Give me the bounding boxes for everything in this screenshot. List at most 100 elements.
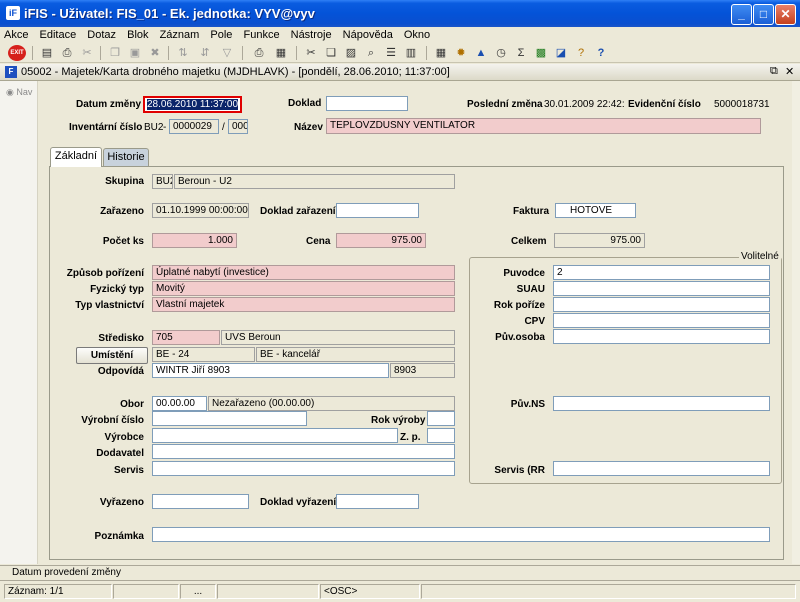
servis-rr-field[interactable]	[553, 461, 770, 476]
inventarni-cislo-slash: /	[222, 122, 225, 133]
menu-okno[interactable]: Okno	[400, 27, 434, 43]
rok-vyroby-field[interactable]	[427, 411, 455, 426]
export-icon[interactable]: ◪	[552, 45, 570, 61]
doklad-field[interactable]	[326, 96, 408, 111]
copy-icon[interactable]: ❐	[106, 45, 124, 61]
puv-osoba-field[interactable]	[553, 329, 770, 344]
datum-zmeny-label: Datum změny	[76, 99, 142, 110]
volitelne-title: Volitelné	[739, 251, 781, 262]
umisteni-code-field[interactable]: BE - 24	[152, 347, 255, 362]
vyrobni-cislo-field[interactable]	[152, 411, 307, 426]
fyzicky-typ-field[interactable]: Movitý	[152, 281, 455, 296]
close-button[interactable]: ✕	[775, 4, 796, 25]
search-icon[interactable]: ⌕	[362, 45, 380, 61]
paste-icon[interactable]: ▣	[126, 45, 144, 61]
preview-icon[interactable]: ▦	[272, 45, 290, 61]
odpovida-code-field[interactable]: 8903	[390, 363, 455, 378]
vyrobce-field[interactable]	[152, 428, 398, 443]
poznamka-label: Poznámka	[94, 531, 144, 542]
fyzicky-typ-label: Fyzický typ	[90, 284, 144, 295]
cpv-field[interactable]	[553, 313, 770, 328]
calendar-icon[interactable]: ▦	[432, 45, 450, 61]
inventarni-cislo-part2[interactable]: 0000029	[169, 119, 219, 134]
list-icon[interactable]: ☰	[382, 45, 400, 61]
nazev-field[interactable]: TEPLOVZDUSNY VENTILATOR	[326, 118, 761, 134]
menu-editace[interactable]: Editace	[36, 27, 81, 43]
menu-funkce[interactable]: Funkce	[239, 27, 283, 43]
nav-label[interactable]: ◉ Nav	[6, 87, 32, 98]
minimize-button[interactable]: _	[731, 4, 752, 25]
vyrobni-cislo-label: Výrobní číslo	[81, 415, 144, 426]
exit-button[interactable]: EXIT	[8, 45, 26, 61]
tab-zakladni[interactable]: Základní	[50, 147, 102, 167]
puv-ns-field[interactable]	[553, 396, 770, 411]
stredisko-name-field[interactable]: UVS Beroun	[221, 330, 455, 345]
inventarni-cislo-label: Inventární číslo	[69, 122, 143, 133]
nav-text: Nav	[16, 87, 33, 97]
zarazeno-field[interactable]: 01.10.1999 00:00:00	[152, 203, 249, 218]
posledni-zmena-label: Poslední změna	[467, 99, 543, 110]
triangle-icon[interactable]: ▲	[472, 45, 490, 61]
vyrazeno-field[interactable]	[152, 494, 249, 509]
filter-icon[interactable]: ▽	[218, 45, 236, 61]
columns-icon[interactable]: ▥	[402, 45, 420, 61]
obor-code-field[interactable]: 00.00.00	[152, 396, 207, 411]
menu-nastroje[interactable]: Nástroje	[287, 27, 336, 43]
menu-pole[interactable]: Pole	[206, 27, 236, 43]
menu-blok[interactable]: Blok	[123, 27, 152, 43]
window-title-bar: iF iFIS - Uživatel: FIS_01 - Ek. jednotk…	[0, 0, 800, 27]
menu-napoveda[interactable]: Nápověda	[339, 27, 397, 43]
puvodce-field[interactable]: 2	[553, 265, 770, 280]
help-icon[interactable]: ?	[592, 45, 610, 61]
menu-zaznam[interactable]: Záznam	[156, 27, 204, 43]
suau-field[interactable]	[553, 281, 770, 296]
scissors-icon[interactable]: ✂	[302, 45, 320, 61]
status-ellipsis: ...	[180, 584, 216, 599]
save-icon[interactable]: ▤	[38, 45, 56, 61]
subwindow-close-icon[interactable]: ✕	[785, 65, 794, 78]
cut-icon[interactable]: ✂	[78, 45, 96, 61]
menu-akce[interactable]: Akce	[0, 27, 32, 43]
clock-icon[interactable]: ◷	[492, 45, 510, 61]
zp-field[interactable]	[427, 428, 455, 443]
stredisko-code-field[interactable]: 705	[152, 330, 220, 345]
excel-icon[interactable]: ▩	[532, 45, 550, 61]
print-icon[interactable]: ⎙	[58, 45, 76, 61]
poznamka-field[interactable]	[152, 527, 770, 542]
typ-vlastnictvi-field[interactable]: Vlastní majetek	[152, 297, 455, 312]
paste2-icon[interactable]: ▨	[342, 45, 360, 61]
restore-icon[interactable]: ⧉	[770, 65, 778, 78]
sun-icon[interactable]: ✹	[452, 45, 470, 61]
printer-icon[interactable]: ⎙	[250, 45, 268, 61]
cena-field[interactable]: 975.00	[336, 233, 426, 248]
hint-icon[interactable]: ?	[572, 45, 590, 61]
datum-zmeny-field[interactable]: 28.06.2010 11:37:00	[143, 96, 242, 113]
maximize-button[interactable]: □	[753, 4, 774, 25]
menu-dotaz[interactable]: Dotaz	[83, 27, 120, 43]
faktura-field[interactable]: HOTOVE	[555, 203, 636, 218]
celkem-field[interactable]: 975.00	[554, 233, 645, 248]
skupina-code-field[interactable]: BU2	[152, 174, 173, 189]
inventarni-cislo-part1[interactable]: BU2	[144, 122, 163, 133]
zpusob-porizeni-field[interactable]: Úplatné nabytí (investice)	[152, 265, 455, 280]
sort-desc-icon[interactable]: ⇵	[196, 45, 214, 61]
skupina-name-field[interactable]: Beroun - U2	[174, 174, 455, 189]
dodavatel-field[interactable]	[152, 444, 455, 459]
vertical-scrollbar[interactable]	[792, 81, 800, 564]
tab-historie[interactable]: Historie	[103, 148, 149, 166]
umisteni-button[interactable]: Umístění	[76, 347, 148, 364]
delete-record-icon[interactable]: ✖	[146, 45, 164, 61]
inventarni-cislo-part3[interactable]: 000	[228, 119, 248, 134]
odpovida-name-field[interactable]: WINTR Jiří 8903	[152, 363, 389, 378]
sum-icon[interactable]: Σ	[512, 45, 530, 61]
pocet-ks-field[interactable]: 1.000	[152, 233, 237, 248]
umisteni-name-field[interactable]: BE - kancelář	[256, 347, 455, 362]
sort-asc-icon[interactable]: ⇅	[174, 45, 192, 61]
doklad-vyrazeni-field[interactable]	[336, 494, 419, 509]
obor-name-field[interactable]: Nezařazeno (00.00.00)	[208, 396, 455, 411]
copy2-icon[interactable]: ❏	[322, 45, 340, 61]
doklad-zarazeni-field[interactable]	[336, 203, 419, 218]
servis-field[interactable]	[152, 461, 455, 476]
datum-zmeny-value: 28.06.2010 11:37:00	[147, 99, 239, 110]
rok-porize-field[interactable]	[553, 297, 770, 312]
